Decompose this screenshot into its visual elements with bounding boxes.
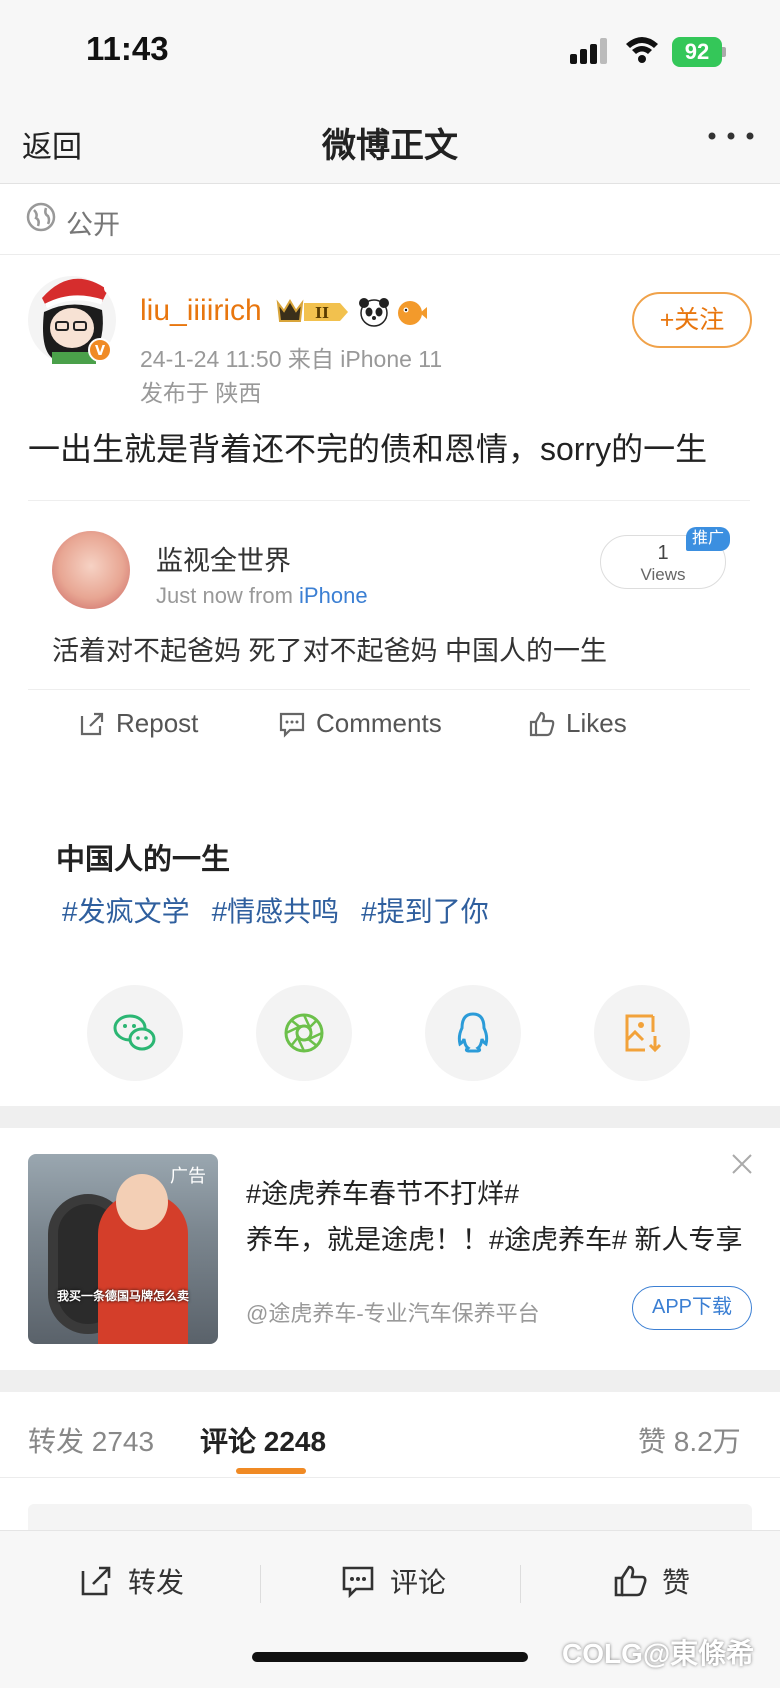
moments-aperture-icon [284,1013,324,1053]
advertisement[interactable]: 广告 我买一条德国马牌怎么卖 #途虎养车春节不打烊# 养车，就是途虎！！#途虎养… [0,1128,780,1368]
comment-icon [342,1566,374,1599]
comment-icon [279,712,305,738]
wifi-icon [626,37,658,63]
svg-text:II: II [315,304,329,322]
comment-label: 评论 [390,1567,447,1598]
wechat-icon [113,1014,156,1051]
status-bar: 11:43 92 [0,0,780,100]
username[interactable]: liu_iiiirich [140,294,262,328]
thumbs-up-icon [614,1565,647,1597]
visibility-label: 公开 [66,210,120,240]
section-divider [0,1106,780,1128]
page-title: 微博正文 [322,127,458,165]
save-image-button[interactable] [594,985,690,1081]
watermark: COLG@東條希 [562,1638,755,1669]
follow-button[interactable]: +关注 [632,292,752,348]
card-repost-button[interactable]: Repost [78,708,198,739]
save-image-icon [625,1014,662,1053]
share-moments-button[interactable] [256,985,352,1081]
repost-button[interactable]: 转发 [78,1561,184,1601]
like-button[interactable]: 赞 [612,1561,690,1601]
card-comments-label: Comments [316,708,442,738]
ad-thumbnail[interactable]: 广告 我买一条德国马牌怎么卖 [28,1154,218,1344]
like-label: 赞 [662,1567,691,1598]
app-download-button[interactable]: APP下载 [632,1286,752,1330]
home-indicator [252,1652,528,1662]
topic-tags: #发疯文学 #情感共鸣 #提到了你 [62,890,489,930]
views-label: Views [640,565,686,584]
share-row [0,985,780,1081]
battery-icon: 92 [672,37,726,67]
share-wechat-button[interactable] [87,985,183,1081]
card-actions: Repost Comments Likes [28,689,750,759]
active-tab-indicator [236,1468,306,1474]
ad-source[interactable]: @途虎养车-专业汽车保养平台 [246,1296,540,1328]
avatar[interactable]: V [22,268,122,368]
comment-button[interactable]: 评论 [340,1561,446,1601]
ad-description: 养车，就是途虎！！#途虎养车# 新人专享 [246,1225,743,1255]
user-badges: II [274,294,428,330]
topic-title: 中国人的一生 [56,844,231,876]
repost-label: 转发 [128,1567,185,1598]
card-time-text: Just now from [156,583,300,608]
card-comments-button[interactable]: Comments [278,708,442,739]
card-likes-label: Likes [566,708,627,738]
post-location: 发布于 陕西 [140,380,262,406]
qq-penguin-icon [457,1012,489,1053]
topic-tag[interactable]: #情感共鸣 [212,890,340,930]
svg-text:V: V [95,344,105,359]
section-divider [0,1370,780,1392]
battery-level: 92 [672,37,722,67]
thumbs-up-icon [529,711,555,736]
card-likes-button[interactable]: Likes [528,708,627,739]
globe-icon [26,202,56,232]
ad-badge: 广告 [170,1166,206,1186]
topic-tag[interactable]: #发疯文学 [62,890,190,930]
navigation-bar: 返回 微博正文 [0,100,780,184]
card-username[interactable]: 监视全世界 [156,539,291,578]
repost-icon [81,1566,111,1596]
post-text: 一出生就是背着还不完的债和恩情，sorry的一生 [28,431,708,467]
topic-tag[interactable]: #提到了你 [361,890,489,930]
card-text: 活着对不起爸妈 死了对不起爸妈 中国人的一生 [52,636,608,666]
promo-badge: 推广 [686,527,730,551]
close-icon[interactable] [730,1152,754,1176]
cellular-signal-icon [570,38,607,64]
more-options-icon[interactable] [706,126,756,146]
visibility-row: 公开 [0,185,780,255]
post-time-source: 24-1-24 11:50 来自 iPhone 11 [140,346,443,372]
card-source: iPhone [299,583,368,608]
pufferfish-icon [398,301,427,325]
card-avatar[interactable] [52,531,130,609]
panda-icon [359,298,389,327]
vip-crown-badge-icon: II [276,299,348,322]
card-repost-label: Repost [116,708,199,738]
tab-likes[interactable]: 赞 8.2万 [638,1420,741,1460]
card-time: Just now from iPhone [156,583,368,609]
repost-icon [80,712,104,735]
share-qq-button[interactable] [425,985,521,1081]
interaction-tabs: 转发 2743 评论 2248 赞 8.2万 [0,1392,780,1478]
ad-thumbnail-caption: 我买一条德国马牌怎么卖 [56,1289,189,1303]
embedded-post-card[interactable]: 监视全世界 Just now from iPhone 1 Views 推广 活着… [28,500,750,762]
tab-comments[interactable]: 评论 2248 [200,1420,326,1460]
status-time: 11:43 [86,30,169,67]
tab-reposts[interactable]: 转发 2743 [28,1420,154,1460]
ad-title: #途虎养车春节不打烊# [246,1179,520,1209]
